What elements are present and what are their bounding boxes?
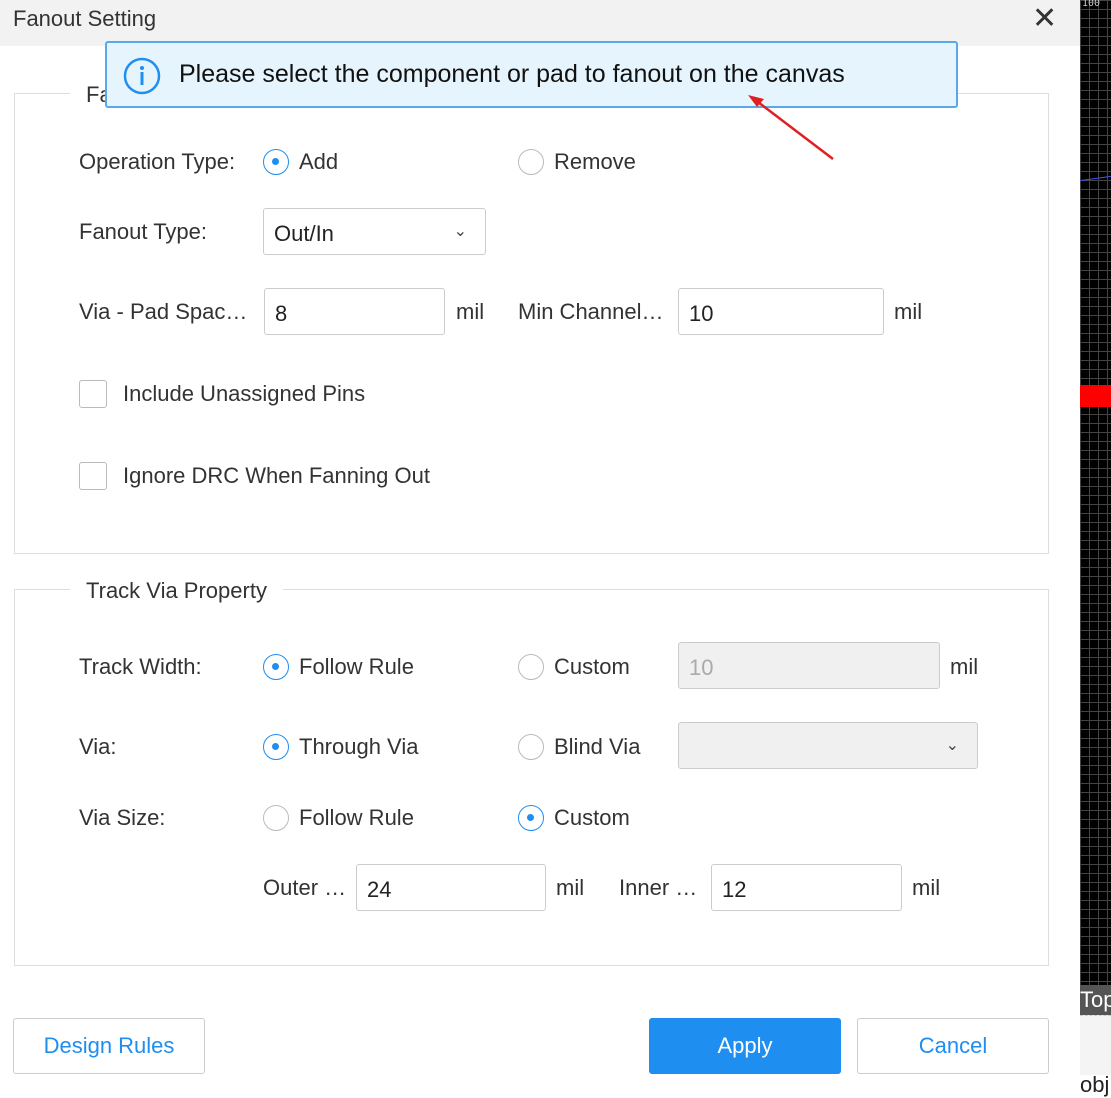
radio-through-via[interactable]	[263, 734, 289, 760]
outer-unit: mil	[556, 875, 585, 900]
close-icon: ✕	[1032, 2, 1058, 35]
inner-input[interactable]: 12	[711, 864, 902, 911]
radio-track-custom-label[interactable]: Custom	[554, 654, 630, 680]
radio-track-custom[interactable]	[518, 654, 544, 680]
track-width-unit: mil	[950, 654, 979, 679]
outer-label: Outer …	[263, 875, 347, 900]
canvas-panel	[1080, 1015, 1111, 1075]
dialog-title: Fanout Setting	[13, 6, 157, 31]
radio-remove-label[interactable]: Remove	[554, 149, 636, 175]
fanout-type-value: Out/In	[274, 221, 334, 246]
inner-unit: mil	[912, 875, 941, 900]
radio-via-follow-rule[interactable]	[263, 805, 289, 831]
apply-button[interactable]: Apply	[649, 1018, 841, 1074]
radio-via-follow-rule-label[interactable]: Follow Rule	[299, 805, 414, 831]
radio-add-label[interactable]: Add	[299, 149, 338, 175]
include-unassigned-checkbox[interactable]	[79, 380, 107, 408]
via-label: Via:	[79, 734, 117, 759]
min-channel-label: Min Channel…	[518, 299, 664, 324]
info-icon	[123, 57, 161, 95]
cancel-button[interactable]: Cancel	[857, 1018, 1049, 1074]
ignore-drc-checkbox[interactable]	[79, 462, 107, 490]
radio-track-follow-rule-label[interactable]: Follow Rule	[299, 654, 414, 680]
radio-via-custom-label[interactable]: Custom	[554, 805, 630, 831]
chevron-down-icon: ⌄	[945, 737, 959, 754]
chevron-down-icon: ⌄	[453, 223, 467, 240]
track-width-label: Track Width:	[79, 654, 202, 679]
track-width-input[interactable]: 10	[678, 642, 940, 689]
ruler-label: 100	[1082, 0, 1101, 9]
dialog-titlebar	[0, 0, 1080, 46]
inner-label: Inner …	[619, 875, 698, 900]
ignore-drc-label[interactable]: Ignore DRC When Fanning Out	[123, 463, 430, 489]
highlighted-pad	[1080, 385, 1111, 407]
via-size-label: Via Size:	[79, 805, 166, 830]
fanout-type-select[interactable]: Out/In ⌄	[263, 208, 486, 255]
include-unassigned-label[interactable]: Include Unassigned Pins	[123, 381, 365, 407]
blind-via-select[interactable]: ⌄	[678, 722, 978, 769]
radio-through-via-label[interactable]: Through Via	[299, 734, 418, 760]
radio-add[interactable]	[263, 149, 289, 175]
track-via-legend: Track Via Property	[70, 578, 283, 604]
via-pad-spacing-label: Via - Pad Spac…	[79, 299, 248, 324]
radio-track-follow-rule[interactable]	[263, 654, 289, 680]
pointer-arrow-icon	[748, 95, 834, 160]
radio-remove[interactable]	[518, 149, 544, 175]
panel-text: obj	[1080, 1072, 1110, 1097]
radio-blind-via-label[interactable]: Blind Via	[554, 734, 640, 760]
layer-tab[interactable]: Top	[1080, 985, 1111, 1015]
via-pad-spacing-unit: mil	[456, 299, 485, 324]
fanout-type-label: Fanout Type:	[79, 219, 208, 244]
tooltip-text: Please select the component or pad to fa…	[179, 60, 845, 88]
close-button[interactable]: ✕	[1032, 4, 1057, 34]
track-line	[1080, 175, 1111, 182]
radio-blind-via[interactable]	[518, 734, 544, 760]
min-channel-unit: mil	[894, 299, 923, 324]
design-rules-button[interactable]: Design Rules	[13, 1018, 205, 1074]
radio-via-custom[interactable]	[518, 805, 544, 831]
pcb-canvas[interactable]: 100	[1080, 0, 1111, 985]
outer-input[interactable]: 24	[356, 864, 546, 911]
via-pad-spacing-input[interactable]: 8	[264, 288, 445, 335]
min-channel-input[interactable]: 10	[678, 288, 884, 335]
operation-type-label: Operation Type:	[79, 149, 236, 174]
